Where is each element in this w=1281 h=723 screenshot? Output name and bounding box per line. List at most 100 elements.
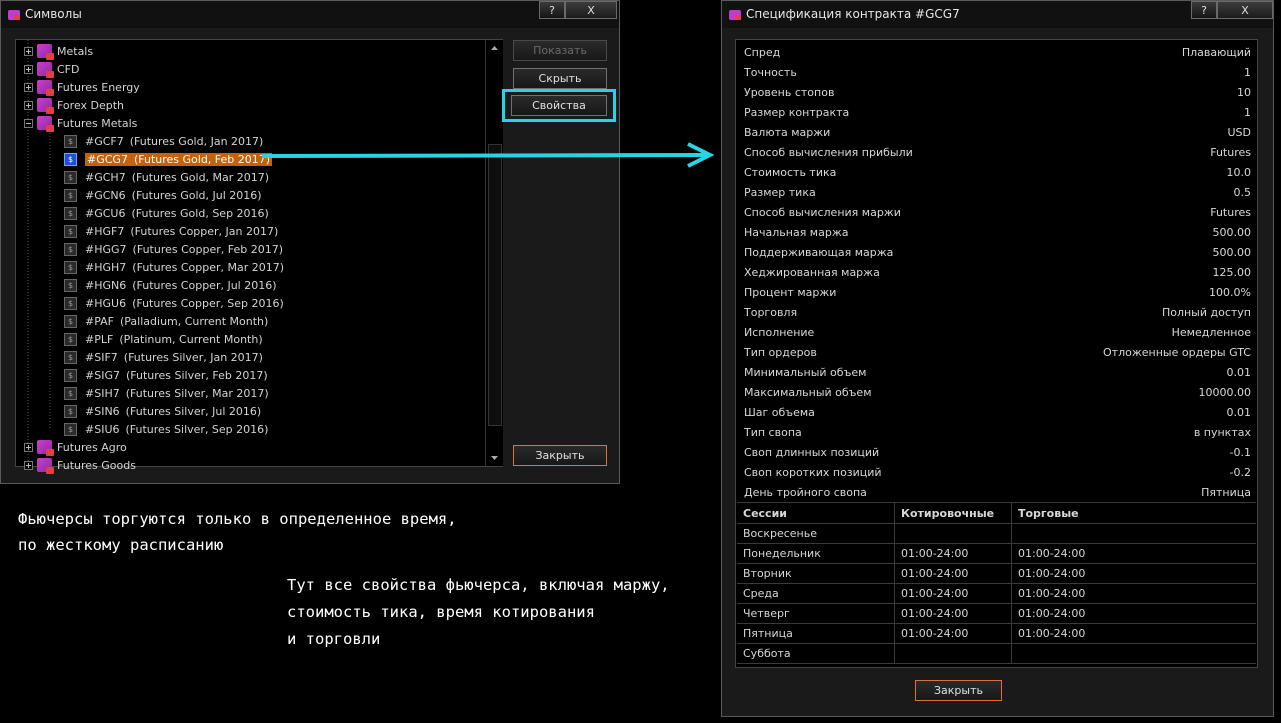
spec-key: Начальная маржа — [744, 226, 849, 239]
close-icon: X — [1241, 3, 1249, 17]
symbol-label: #HGU6 (Futures Copper, Sep 2016) — [85, 297, 284, 310]
spec-row: Стоимость тика 10.0 — [736, 162, 1257, 182]
symbol-code: #PAF — [85, 314, 114, 328]
symbol-icon: $ — [64, 422, 77, 436]
spec-value: 1 — [1244, 66, 1251, 79]
spec-value: 0.01 — [1226, 406, 1252, 419]
tree-folder[interactable]: Futures Energy — [24, 78, 140, 96]
session-cell: 01:00-24:00 — [895, 543, 1012, 563]
symbol-item[interactable]: $ #GCU6 (Futures Gold, Sep 2016) — [64, 204, 269, 222]
symbol-item[interactable]: $ #HGF7 (Futures Copper, Jan 2017) — [64, 222, 278, 240]
show-button[interactable]: Показать — [513, 40, 607, 61]
close-window-button[interactable]: X — [565, 1, 617, 19]
symbol-label: #GCU6 (Futures Gold, Sep 2016) — [85, 207, 269, 220]
expand-icon[interactable] — [24, 46, 33, 56]
spec-value: 125.00 — [1212, 266, 1252, 279]
session-cell — [1012, 523, 1256, 543]
tree-folder[interactable]: Futures Metals — [24, 114, 137, 132]
close-window-button[interactable]: X — [1217, 1, 1273, 19]
tree-folder[interactable]: Futures Goods — [24, 456, 136, 474]
spec-value: 500.00 — [1212, 246, 1252, 259]
spec-value: 500.00 — [1212, 226, 1252, 239]
expand-icon[interactable] — [24, 82, 33, 92]
symbol-item[interactable]: $ #SIH7 (Futures Silver, Mar 2017) — [64, 384, 269, 402]
tree-folder-label: Forex Depth — [57, 98, 125, 112]
symbol-code: #PLF — [85, 332, 114, 346]
spec-key: Процент маржи — [744, 286, 837, 299]
symbol-code: #SIH7 — [85, 386, 120, 400]
folder-icon — [37, 440, 54, 456]
spec-row: Шаг объема 0.01 — [736, 402, 1257, 422]
symbol-icon: $ — [64, 314, 77, 328]
hide-button[interactable]: Скрыть — [513, 68, 607, 89]
symbol-item[interactable]: $ #HGU6 (Futures Copper, Sep 2016) — [64, 294, 284, 312]
symbol-icon: $ — [64, 278, 77, 292]
symbol-item[interactable]: $ #SIF7 (Futures Silver, Jan 2017) — [64, 348, 263, 366]
spec-row: Минимальный объем 0.01 — [736, 362, 1257, 382]
symbol-item[interactable]: $ #SIG7 (Futures Silver, Feb 2017) — [64, 366, 268, 384]
spec-key: Максимальный объем — [744, 386, 872, 399]
scroll-down-icon[interactable] — [486, 450, 503, 466]
symbol-item[interactable]: $ #HGG7 (Futures Copper, Feb 2017) — [64, 240, 283, 258]
symbol-description: (Futures Copper, Feb 2017) — [132, 242, 284, 256]
tree-folder[interactable]: Forex Depth — [24, 96, 124, 114]
symbol-item[interactable]: $ #GCH7 (Futures Gold, Mar 2017) — [64, 168, 269, 186]
help-button[interactable]: ? — [1191, 1, 1217, 19]
symbol-item[interactable]: $ #HGN6 (Futures Copper, Jul 2016) — [64, 276, 277, 294]
symbol-icon: $ — [64, 296, 77, 310]
tree-folder-label: Metals — [57, 44, 94, 58]
tree-folder-label: Futures Metals — [57, 116, 138, 130]
tree-folder[interactable]: Metals — [24, 42, 93, 60]
symbol-item[interactable]: $ #GCN6 (Futures Gold, Jul 2016) — [64, 186, 262, 204]
symbol-code: #GCN6 — [85, 188, 126, 202]
folder-icon — [37, 44, 54, 60]
symbol-item[interactable]: $ #SIU6 (Futures Silver, Sep 2016) — [64, 420, 268, 438]
spec-key: Способ вычисления прибыли — [744, 146, 913, 159]
expand-icon[interactable] — [24, 100, 33, 110]
symbols-close-button[interactable]: Закрыть — [513, 445, 607, 466]
collapse-icon[interactable] — [24, 118, 33, 128]
expand-icon[interactable] — [24, 460, 33, 470]
spec-key: Стоимость тика — [744, 166, 837, 179]
spec-row: Своп коротких позиций -0.2 — [736, 462, 1257, 482]
symbol-label: #GCG7 (Futures Gold, Feb 2017) — [85, 152, 273, 166]
spec-key: Шаг объема — [744, 406, 815, 419]
symbol-icon: $ — [64, 188, 77, 202]
session-row: Пятница 01:00-24:00 01:00-24:00 — [737, 623, 1256, 644]
symbol-description: (Futures Gold, Jan 2017) — [129, 134, 264, 148]
help-button[interactable]: ? — [539, 1, 565, 19]
spec-close-button[interactable]: Закрыть — [915, 680, 1002, 701]
symbol-label: #HGH7 (Futures Copper, Mar 2017) — [85, 261, 284, 274]
symbols-titlebar[interactable]: Символы ? X — [1, 1, 619, 28]
scroll-up-icon[interactable] — [486, 40, 503, 56]
session-cell: 01:00-24:00 — [1018, 587, 1086, 600]
spec-panel: Спред Плавающий Точность 1 Уровень стопов 10 Р… — [735, 39, 1258, 668]
spec-key: Точность — [744, 66, 797, 79]
session-cell: Четверг — [737, 603, 895, 623]
spec-value: Немедленное — [1171, 326, 1251, 339]
symbol-description: (Futures Copper, Sep 2016) — [132, 296, 284, 310]
symbol-label: #SIU6 (Futures Silver, Sep 2016) — [85, 423, 268, 436]
symbol-code: #HGN6 — [85, 278, 127, 292]
tree-scrollbar[interactable] — [485, 40, 503, 466]
tree-folder[interactable]: Futures Agro — [24, 438, 127, 456]
sessions-header: Сессии Котировочные Торговые — [737, 503, 1256, 524]
folder-icon — [37, 116, 54, 132]
tree-folder[interactable]: CFD — [24, 60, 79, 78]
symbols-tree[interactable]: Metals CFD Futures Energy Forex Depth Future… — [15, 39, 503, 474]
scroll-thumb[interactable] — [488, 144, 502, 426]
symbol-item[interactable]: $ #GCG7 (Futures Gold, Feb 2017) — [64, 150, 273, 168]
spec-titlebar[interactable]: Спецификация контракта #GCG7 ? X — [722, 1, 1273, 28]
symbol-item[interactable]: $ #PAF (Palladium, Current Month) — [64, 312, 268, 330]
expand-icon[interactable] — [24, 442, 33, 452]
spec-value: Отложенные ордеры GTC — [1103, 346, 1251, 359]
app-icon — [8, 10, 20, 20]
symbol-item[interactable]: $ #GCF7 (Futures Gold, Jan 2017) — [64, 132, 263, 150]
symbol-icon: $ — [64, 386, 77, 400]
symbol-item[interactable]: $ #HGH7 (Futures Copper, Mar 2017) — [64, 258, 284, 276]
symbol-item[interactable]: $ #SIN6 (Futures Silver, Jul 2016) — [64, 402, 261, 420]
symbol-code: #SIF7 — [85, 350, 118, 364]
symbol-item[interactable]: $ #PLF (Platinum, Current Month) — [64, 330, 263, 348]
symbol-label: #HGF7 (Futures Copper, Jan 2017) — [85, 225, 278, 238]
expand-icon[interactable] — [24, 64, 33, 74]
